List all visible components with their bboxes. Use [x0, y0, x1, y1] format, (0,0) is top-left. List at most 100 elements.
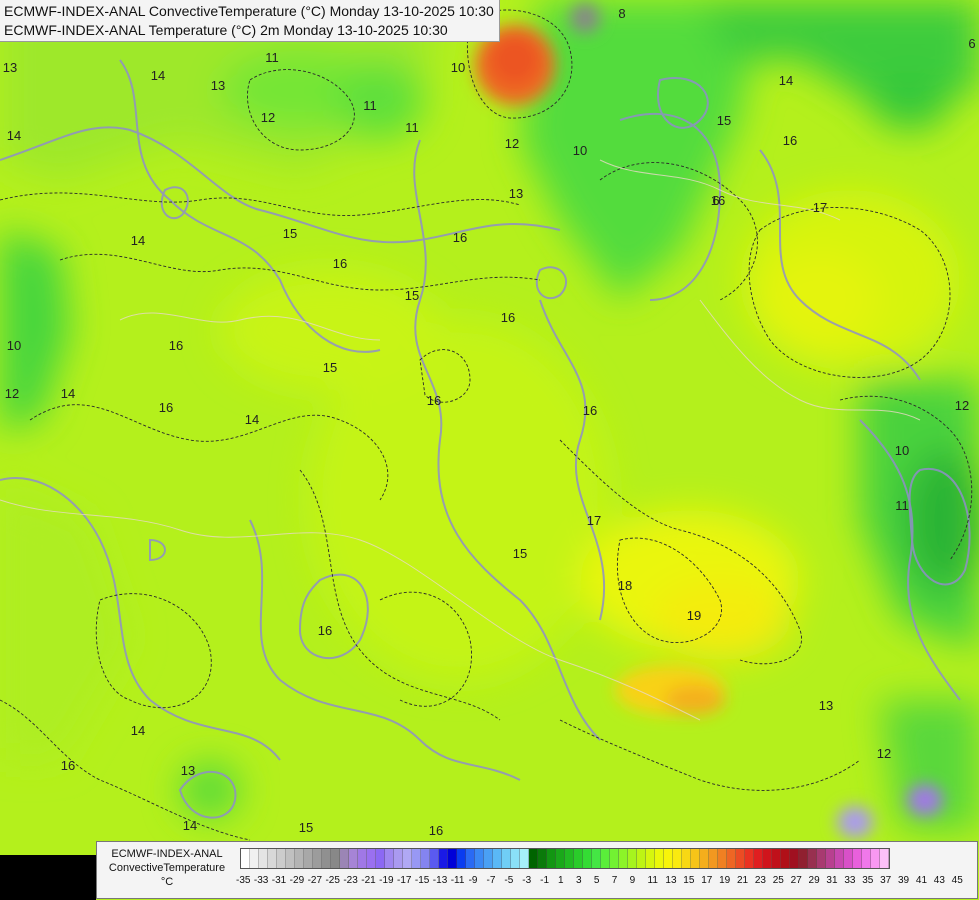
- isoline-label: 15: [299, 820, 313, 835]
- legend-tick-label: 25: [772, 875, 784, 886]
- legend-swatch: [502, 849, 511, 868]
- isoline-label: 14: [131, 233, 145, 248]
- legend-swatch: [295, 849, 304, 868]
- legend-tick-label: 45: [951, 875, 963, 886]
- legend-swatch: [754, 849, 763, 868]
- legend-swatch: [313, 849, 322, 868]
- legend-swatch: [700, 849, 709, 868]
- legend-tick-label: 41: [915, 875, 928, 886]
- isoline-label: 13: [211, 78, 225, 93]
- legend-swatch: [736, 849, 745, 868]
- legend-swatch: [439, 849, 448, 868]
- legend-swatch: [565, 849, 574, 868]
- legend-swatch: [745, 849, 754, 868]
- legend-swatch: [493, 849, 502, 868]
- isoline-label: 16: [453, 230, 467, 245]
- legend-tick-label: 35: [862, 875, 874, 886]
- forecast-map[interactable]: 1413111211111012 1013151616151614151616 17…: [0, 0, 979, 900]
- legend-swatch: [664, 849, 673, 868]
- legend-swatch: [646, 849, 655, 868]
- legend-swatch: [358, 849, 367, 868]
- legend-tick-label: -1: [540, 875, 550, 886]
- legend-swatch: [628, 849, 637, 868]
- legend-swatch: [637, 849, 646, 868]
- legend-swatch: [781, 849, 790, 868]
- legend-swatch: [556, 849, 565, 868]
- legend-swatch: [376, 849, 385, 868]
- legend-tick-label: -21: [361, 875, 376, 886]
- legend-swatch: [691, 849, 700, 868]
- legend-swatch: [385, 849, 394, 868]
- isoline-label: 15: [283, 226, 297, 241]
- legend-swatch: [655, 849, 664, 868]
- legend-swatch: [601, 849, 610, 868]
- legend-swatch: [619, 849, 628, 868]
- legend-tick-label: -9: [468, 875, 478, 886]
- isoline-label: 16: [61, 758, 75, 773]
- legend-swatch: [871, 849, 880, 868]
- isoline-label: 17: [587, 513, 601, 528]
- legend-tick-label: 3: [575, 875, 582, 886]
- legend-swatch: [727, 849, 736, 868]
- legend-swatch: [763, 849, 772, 868]
- legend-swatch: [880, 849, 889, 868]
- legend-swatch: [268, 849, 277, 868]
- legend-tick-label: -25: [325, 875, 340, 886]
- legend-swatch: [430, 849, 439, 868]
- legend-swatch: [853, 849, 862, 868]
- isoline-label: 12: [955, 398, 969, 413]
- isoline-label: 14: [61, 386, 75, 401]
- legend-swatch: [808, 849, 817, 868]
- isoline-label: 11: [265, 50, 279, 65]
- legend-swatch: [511, 849, 520, 868]
- legend-tick-label: 39: [898, 875, 910, 886]
- corner-mask: [0, 855, 96, 900]
- legend-swatch: [817, 849, 826, 868]
- legend-label-model: ECMWF-INDEX-ANAL: [111, 848, 223, 860]
- isoline-label: 8: [618, 6, 625, 21]
- isoline-label: 15: [717, 113, 731, 128]
- isoline-label: 10: [7, 338, 21, 353]
- legend-swatch: [709, 849, 718, 868]
- color-legend: ECMWF-INDEX-ANAL ConvectiveTemperature °…: [96, 841, 978, 899]
- legend-swatch: [340, 849, 349, 868]
- title-line-2: ECMWF-INDEX-ANAL Temperature (°C) 2m Mon…: [4, 22, 448, 38]
- legend-swatch: [241, 849, 250, 868]
- isoline-label: 13: [819, 698, 833, 713]
- isoline-label: 18: [618, 578, 632, 593]
- legend-swatch: [547, 849, 556, 868]
- legend-swatch: [394, 849, 403, 868]
- isoline-label: 14: [7, 128, 21, 143]
- isoline-label: 16: [333, 256, 347, 271]
- legend-swatch: [277, 849, 286, 868]
- legend-swatch: [862, 849, 871, 868]
- legend-tick-label: -5: [504, 875, 514, 886]
- isoline-label: 11: [895, 498, 909, 513]
- legend-tick-label: -19: [379, 875, 394, 886]
- isoline-label: 17: [813, 200, 827, 215]
- legend-swatch: [718, 849, 727, 868]
- legend-swatch: [592, 849, 601, 868]
- isoline-label: 11: [405, 120, 419, 135]
- legend-tick-label: 11: [647, 875, 658, 886]
- isoline-label: 6: [968, 36, 975, 51]
- legend-tick-label: 29: [808, 875, 820, 886]
- legend-tick-label: -27: [307, 875, 323, 886]
- legend-label-variable: ConvectiveTemperature: [108, 862, 226, 874]
- legend-tick-label: -3: [522, 875, 532, 886]
- legend-swatch: [421, 849, 430, 868]
- isoline-label: 14: [151, 68, 165, 83]
- legend-tick-label: 13: [665, 875, 677, 886]
- legend-swatch: [772, 849, 781, 868]
- legend-swatch: [322, 849, 331, 868]
- legend-swatch: [835, 849, 844, 868]
- isoline-label: 16: [501, 310, 515, 325]
- title-line-1: ECMWF-INDEX-ANAL ConvectiveTemperature (…: [4, 3, 494, 19]
- legend-swatch: [574, 849, 583, 868]
- legend-tick-label: -7: [486, 875, 496, 886]
- legend-tick-label: -11: [450, 875, 465, 886]
- temperature-field: [0, 0, 979, 900]
- legend-swatch: [304, 849, 313, 868]
- isoline-label: 12: [505, 136, 519, 151]
- legend-swatch: [466, 849, 475, 868]
